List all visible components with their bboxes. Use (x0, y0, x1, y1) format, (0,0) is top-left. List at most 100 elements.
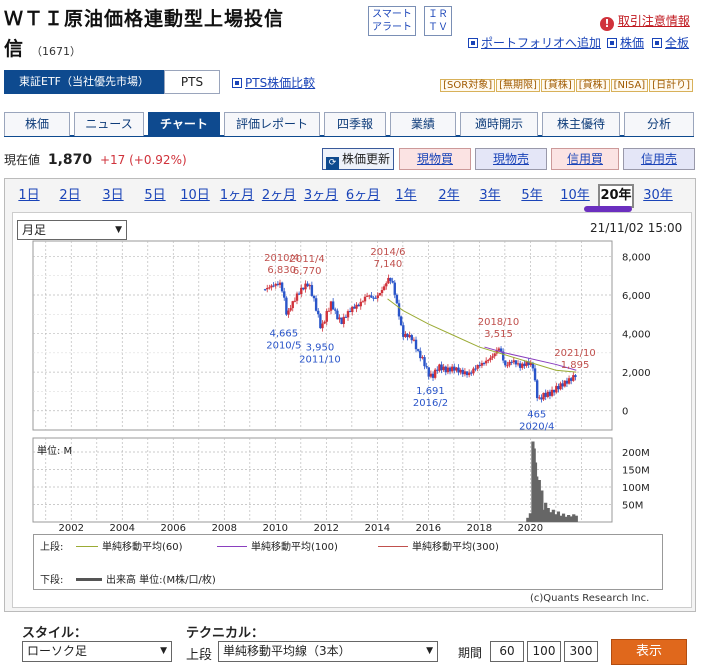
candle-body (484, 360, 488, 364)
candle-body (548, 391, 552, 396)
candle-body (546, 391, 550, 397)
style-select[interactable]: ローソク足 ▼ (22, 641, 172, 662)
price-tick-label: 8,000 (622, 252, 651, 263)
candle-body (465, 371, 469, 376)
candle-body (368, 295, 371, 297)
candle-body (302, 287, 305, 290)
candle-body (397, 303, 401, 317)
candle-body (480, 363, 484, 366)
candle-body (329, 301, 333, 311)
x-tick-label: 2010 (263, 523, 288, 534)
chevron-down-icon: ▼ (426, 646, 433, 656)
show-button[interactable]: 表示 (611, 639, 687, 665)
style-label: スタイル： (22, 626, 88, 641)
candle-body (523, 363, 526, 366)
candle-body (508, 361, 511, 366)
annotation-label: 2011/10 (299, 355, 341, 366)
candle-body (544, 392, 547, 397)
candle-body (308, 285, 311, 287)
candle-body (561, 383, 564, 387)
candle-body (516, 363, 520, 365)
candle-body (306, 283, 309, 287)
candle-body (433, 369, 437, 378)
candle-body (300, 287, 303, 294)
candle-body (463, 371, 467, 375)
candle-body (521, 363, 524, 368)
candle-body (376, 295, 379, 299)
candle-body (310, 285, 314, 296)
candle-body (414, 339, 418, 350)
candle-body (421, 357, 424, 359)
candle-body (567, 378, 571, 384)
candle-body (429, 373, 433, 377)
period-input-2[interactable]: 100 (527, 641, 561, 662)
candle-body (555, 385, 558, 393)
x-tick-label: 2002 (59, 523, 84, 534)
candle-body (348, 311, 352, 313)
candle-body (427, 367, 430, 377)
candle-body (263, 289, 267, 291)
x-tick-label: 2004 (110, 523, 135, 534)
chevron-down-icon: ▼ (160, 646, 167, 656)
candle-body (431, 373, 435, 378)
candle-body (321, 323, 324, 329)
candle-body (280, 282, 284, 292)
candle-body (497, 348, 501, 351)
candle-body (389, 277, 392, 281)
legend-ma100: 単純移動平均(100) (217, 538, 338, 553)
candle-body (402, 325, 405, 337)
annotation-label: 1,895 (561, 360, 590, 371)
candle-body (459, 369, 462, 373)
candle-body (372, 297, 375, 299)
candle-body (325, 311, 328, 322)
annotation-label: 1,691 (416, 386, 445, 397)
candle-body (314, 298, 318, 311)
candle-body (455, 367, 458, 371)
candle-body (353, 306, 356, 309)
candle-body (491, 356, 494, 358)
candle-body (565, 380, 569, 384)
x-tick-label: 2008 (212, 523, 237, 534)
candle-body (444, 366, 447, 373)
candle-body (476, 364, 479, 369)
candle-body (472, 368, 475, 374)
period-input-3[interactable]: 300 (564, 641, 598, 662)
candle-body (542, 392, 545, 400)
candle-body (285, 297, 288, 315)
x-tick-label: 2016 (416, 523, 441, 534)
price-tick-label: 0 (622, 407, 628, 418)
candle-body (493, 353, 496, 357)
annotation-label: 2021/10 (554, 348, 596, 359)
candle-body (365, 295, 369, 297)
candle-body (419, 350, 422, 359)
candle-body (283, 291, 286, 298)
annotation-label: 2016/2 (413, 398, 448, 409)
candle-body (323, 321, 326, 324)
annotation-label: 2014/6 (370, 247, 405, 258)
candle-body (440, 364, 443, 371)
candle-body (412, 339, 416, 341)
legend-ma60: 単純移動平均(60) (76, 538, 183, 553)
period-label: 期間 (458, 646, 483, 660)
legend-upper-label: 上段: (40, 542, 64, 553)
candle-body (438, 364, 441, 371)
candle-body (387, 277, 390, 284)
candle-body (572, 375, 575, 381)
candle-body (351, 306, 354, 313)
candle-body (512, 360, 515, 363)
period-input-1[interactable]: 60 (490, 641, 524, 662)
annotation-label: 2020/4 (519, 422, 554, 433)
candle-body (474, 368, 477, 370)
candle-body (370, 295, 373, 298)
annotation-label: 465 (527, 410, 546, 421)
candle-body (457, 367, 460, 373)
annotation-label: 3,515 (484, 329, 513, 340)
candle-body (297, 293, 301, 295)
x-tick-label: 2006 (161, 523, 186, 534)
candle-body (410, 335, 413, 341)
volume-unit: 単位: M (37, 446, 73, 457)
candle-body (550, 389, 554, 396)
annotation-label: 3,950 (306, 343, 335, 354)
technical-select[interactable]: 単純移動平均線（3本） ▼ (218, 641, 438, 662)
candle-body (442, 366, 445, 371)
